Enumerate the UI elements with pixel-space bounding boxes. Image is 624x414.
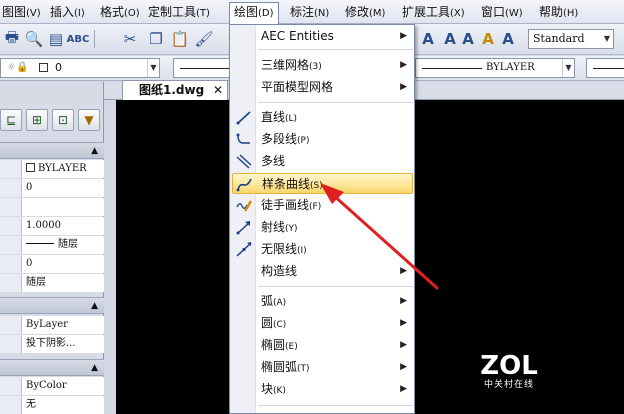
linetype-label: BYLAYER <box>486 62 535 73</box>
menu-item-3d-mesh[interactable]: 三维网格(3) ▶ <box>232 55 413 76</box>
misc-section-header[interactable]: ▲ <box>0 359 104 376</box>
app-window: 图图(V) 插入(I) 格式(O) 定制工具(T) 绘图(D) 标注(N) 修改… <box>0 0 624 414</box>
collapse-icon: ▲ <box>91 363 98 373</box>
layer-lock-icon: ☼🔒 <box>7 62 29 73</box>
menu-item-ellipse[interactable]: 椭圆(E) ▶ <box>232 335 413 356</box>
line-icon <box>236 111 251 125</box>
menu-item-aec-entities[interactable]: AEC Entities ▶ <box>232 26 413 47</box>
text-style-a-icon[interactable]: A <box>418 29 438 49</box>
submenu-arrow-icon: ▶ <box>400 362 407 372</box>
copy-icon[interactable]: ❐ <box>146 29 166 49</box>
property-row[interactable]: 无 <box>0 396 104 414</box>
chevron-down-icon: ▼ <box>147 59 159 77</box>
text-style-select[interactable]: Standard ▼ <box>528 29 614 49</box>
cut-icon[interactable]: ✂ <box>120 29 140 49</box>
polyline-icon <box>236 133 250 144</box>
submenu-arrow-icon: ▶ <box>400 31 407 41</box>
linetype-select[interactable]: BYLAYER ▼ <box>415 58 575 78</box>
color-select[interactable] <box>173 58 233 78</box>
submenu-arrow-icon: ▶ <box>400 318 407 328</box>
property-row[interactable]: 1.0000 <box>0 217 104 235</box>
property-row[interactable]: ByColor <box>0 377 104 395</box>
menu-item-line[interactable]: 直线(L) <box>232 107 413 128</box>
menu-bar: 图图(V) 插入(I) 格式(O) 定制工具(T) 绘图(D) 标注(N) 修改… <box>0 0 624 24</box>
menu-format[interactable]: 格式(O) <box>96 3 144 21</box>
color-swatch <box>26 163 35 172</box>
freehand-icon <box>236 200 253 212</box>
property-row[interactable]: BYLAYER <box>0 160 104 178</box>
menu-custom-tools[interactable]: 定制工具(T) <box>144 3 214 21</box>
submenu-arrow-icon: ▶ <box>400 82 407 92</box>
menu-help[interactable]: 帮助(H) <box>535 3 582 21</box>
menu-extend-tools[interactable]: 扩展工具(X) <box>398 3 469 21</box>
menu-dimension[interactable]: 标注(N) <box>286 3 333 21</box>
filter-icon[interactable]: ▼ <box>78 109 100 131</box>
submenu-arrow-icon: ▶ <box>400 60 407 70</box>
submenu-arrow-icon: ▶ <box>400 384 407 394</box>
menu-item-multiline[interactable]: 多线 <box>232 151 413 172</box>
collapse-icon: ▲ <box>91 146 98 156</box>
spline-icon <box>236 178 252 192</box>
menu-window[interactable]: 窗口(W) <box>477 3 527 21</box>
menu-item-plane-mesh[interactable]: 平面模型网格 ▶ <box>232 77 413 98</box>
text-scale-a-icon[interactable]: A <box>498 29 518 49</box>
property-row[interactable]: 投下阴影... <box>0 335 104 353</box>
zol-watermark: ZOL 中关村在线 <box>480 351 538 390</box>
collapse-icon: ▲ <box>91 301 98 311</box>
ray-icon <box>236 221 250 235</box>
view-section-header[interactable]: ▲ <box>0 297 104 314</box>
menu-item-circle[interactable]: 圆(C) ▶ <box>232 313 413 334</box>
property-row[interactable]: 0 <box>0 179 104 197</box>
print-preview-icon[interactable]: 🔍 <box>24 29 44 49</box>
text-spell-a-icon[interactable]: A <box>478 29 498 49</box>
properties-tools: ⊑ ⊞ ⊡ ▼ <box>0 105 104 135</box>
property-row[interactable]: 随层 <box>0 274 104 292</box>
xline-icon <box>236 242 252 257</box>
menu-insert[interactable]: 插入(I) <box>46 3 89 21</box>
property-row[interactable]: ByLayer <box>0 316 104 334</box>
paste-icon[interactable]: 📋 <box>170 29 190 49</box>
print-icon[interactable]: 🖶 <box>2 28 22 49</box>
publish-icon[interactable]: ▤ <box>46 29 66 49</box>
general-section-header[interactable]: ▲ <box>0 142 104 159</box>
layer-color-swatch <box>39 63 48 72</box>
chevron-down-icon: ▼ <box>603 34 611 43</box>
menu-item-block[interactable]: 块(K) ▶ <box>232 379 413 400</box>
text-edit-a-icon[interactable]: A <box>440 29 460 49</box>
menu-item-elliptical-arc[interactable]: 椭圆弧(T) ▶ <box>232 357 413 378</box>
layer-select[interactable]: ☼🔒 0 ▼ <box>0 58 160 78</box>
chevron-down-icon: ▼ <box>562 59 574 77</box>
add-selection-icon[interactable]: ⊞ <box>26 109 48 131</box>
document-tab[interactable]: 图纸1.dwg ✕ <box>122 80 228 100</box>
property-row[interactable]: 0 <box>0 255 104 273</box>
property-row[interactable]: 随层 <box>0 236 104 254</box>
menu-item-polyline[interactable]: 多段线(P) <box>232 129 413 150</box>
menu-view[interactable]: 图图(V) <box>0 3 45 21</box>
select-objects-icon[interactable]: ⊡ <box>52 109 74 131</box>
multiline-icon <box>236 154 252 169</box>
lineweight-select[interactable] <box>586 58 624 78</box>
text-find-a-icon[interactable]: A <box>458 29 478 49</box>
close-icon[interactable]: ✕ <box>213 81 223 100</box>
quick-select-icon[interactable]: ⊑ <box>0 109 22 131</box>
spell-check-icon[interactable]: ABC <box>67 29 90 49</box>
menu-modify[interactable]: 修改(M) <box>341 3 389 21</box>
layer-name: 0 <box>55 61 62 74</box>
lineweight-sample <box>26 243 54 244</box>
submenu-arrow-icon: ▶ <box>400 340 407 350</box>
match-properties-icon[interactable]: 🖌 <box>194 29 214 49</box>
property-row[interactable] <box>0 198 104 216</box>
menu-draw[interactable]: 绘图(D) <box>229 2 279 24</box>
annotation-arrow <box>320 183 439 290</box>
